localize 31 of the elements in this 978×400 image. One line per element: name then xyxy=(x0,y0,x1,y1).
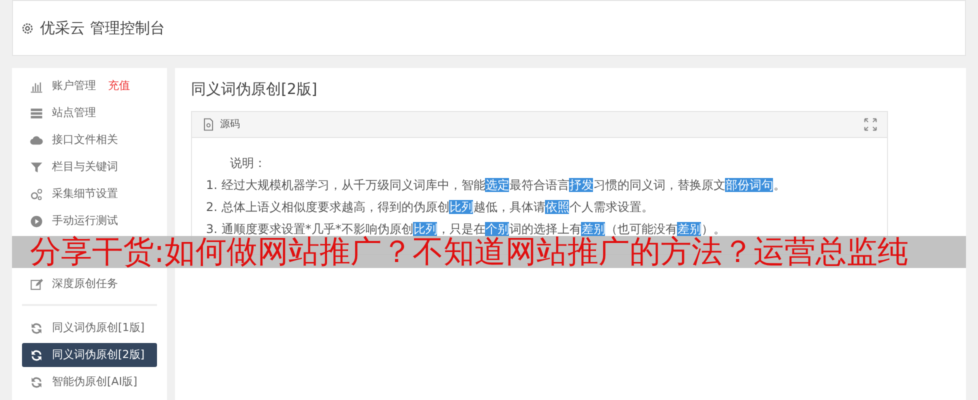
refresh-icon xyxy=(30,348,43,362)
bar-chart-icon xyxy=(30,80,43,92)
sidebar-item[interactable]: 同义词伪原创[2版] xyxy=(22,343,157,367)
page-title: 同义词伪原创[2版] xyxy=(191,79,318,100)
sidebar-item[interactable]: 栏目与关键词 xyxy=(22,155,157,179)
refresh-icon xyxy=(30,376,43,388)
sidebar-item[interactable]: 站点管理 xyxy=(22,101,157,125)
list-icon xyxy=(30,106,43,120)
refresh-icon xyxy=(30,322,43,334)
sidebar-item[interactable]: 同义词伪原创[1版] xyxy=(22,316,157,340)
text-line: 1. 经过大规模机器学习，从千万级同义词库中，智能选定最符合语言抒发习惯的同义词，替换原文部份词句。 xyxy=(206,176,786,194)
sidebar-item[interactable]: 采集细节设置 xyxy=(22,182,157,206)
gears-icon xyxy=(30,188,43,200)
text-line: 3. 通顺度要求设置*几乎*不影响伪原创比列，只是在个别词的选择上有差别（也可能没有差别）。 xyxy=(206,220,726,236)
settings-icon xyxy=(21,22,34,34)
sidebar-item[interactable]: 智能伪原创[AI版] xyxy=(22,370,157,394)
cloud-icon xyxy=(30,134,43,146)
sidebar-item[interactable]: 账户管理 充值 xyxy=(22,74,157,98)
document-icon xyxy=(202,118,215,130)
caption-banner: 分享干货:如何做网站推广？不知道网站推广的方法？运营总监纯 xyxy=(12,236,966,268)
header-title: 优采云 管理控制台 xyxy=(40,18,165,39)
card-header-title: 源码 xyxy=(220,118,240,132)
play-icon xyxy=(30,214,43,228)
sidebar-item[interactable]: 深度原创任务 xyxy=(22,272,157,296)
edit-icon xyxy=(30,278,43,290)
text-line: 说明： xyxy=(229,154,267,172)
filter-icon xyxy=(30,160,43,174)
fullscreen-icon[interactable] xyxy=(864,118,877,130)
text-line: 2. 总体上语义相似度要求越高，得到的伪原创比列越低，具体请依照个人需求设置。 xyxy=(206,198,654,216)
sidebar-item[interactable]: 接口文件相关 xyxy=(22,128,157,152)
sidebar-item[interactable]: 手动运行测试 xyxy=(22,209,157,233)
